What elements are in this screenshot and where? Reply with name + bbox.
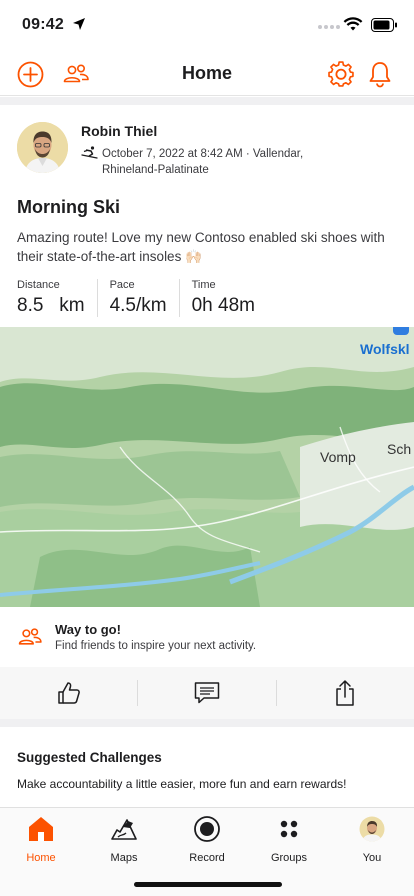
- avatar: [359, 816, 385, 842]
- prompt-title: Way to go!: [55, 622, 121, 637]
- ski-icon: [81, 146, 98, 159]
- suggested-challenges[interactable]: Suggested Challenges Make accountability…: [0, 727, 414, 807]
- status-bar: 09:42: [0, 0, 414, 50]
- map-label: Sch: [387, 441, 412, 457]
- stat-label: Time: [191, 279, 216, 291]
- tab-label: Maps: [110, 852, 138, 864]
- activity-stats: Distance 8.5 km Pace 4.5/km Time 0h 48m: [17, 279, 279, 317]
- home-indicator[interactable]: [134, 882, 282, 887]
- groups-icon: [280, 820, 298, 838]
- find-friends-prompt[interactable]: Way to go! Find friends to inspire your …: [0, 607, 414, 667]
- map-label: Wolfskl: [360, 341, 410, 357]
- thumbs-up-icon: [57, 682, 80, 704]
- section-subtitle: Make accountability a little easier, mor…: [17, 777, 347, 791]
- location-arrow-icon: [73, 18, 85, 30]
- activity-map[interactable]: Wolfskl Vomp Sch: [0, 327, 414, 607]
- tab-home[interactable]: Home: [6, 814, 76, 866]
- notifications-button[interactable]: [366, 60, 394, 88]
- tab-label: Groups: [270, 852, 308, 864]
- settings-button[interactable]: [327, 60, 355, 88]
- comment-icon: [194, 682, 220, 704]
- comment-button[interactable]: [138, 667, 275, 719]
- stat-time: Time 0h 48m: [192, 279, 267, 317]
- cellular-signal-icon: [318, 25, 340, 29]
- tab-groups[interactable]: Groups: [254, 814, 324, 866]
- section-title: Suggested Challenges: [17, 750, 162, 765]
- map-icon: [111, 819, 137, 840]
- map-label: Vomp: [320, 449, 356, 465]
- athlete-avatar[interactable]: [17, 122, 68, 173]
- tab-maps[interactable]: Maps: [89, 814, 159, 866]
- prompt-subtitle: Find friends to inspire your next activi…: [55, 640, 257, 652]
- tab-record[interactable]: Record: [172, 814, 242, 866]
- activity-description: Amazing route! Love my new Contoso enabl…: [17, 230, 385, 264]
- record-icon: [194, 816, 220, 842]
- stat-pace: Pace 4.5/km: [110, 279, 180, 317]
- stat-label: Distance: [17, 279, 60, 291]
- tab-label: Record: [189, 852, 225, 864]
- share-icon: [336, 680, 355, 706]
- wifi-icon: [343, 17, 363, 31]
- activity-actions: [0, 667, 414, 719]
- tab-label: Home: [26, 852, 56, 864]
- tab-bar: Home Maps Record Groups You: [0, 807, 414, 896]
- stat-label: Pace: [109, 279, 135, 291]
- kudos-button[interactable]: [0, 667, 137, 719]
- gear-icon: [328, 61, 354, 87]
- avatar-photo: [17, 122, 68, 173]
- activity-meta: October 7, 2022 at 8:42 AM · Vallendar, …: [102, 148, 304, 176]
- share-button[interactable]: [277, 667, 414, 719]
- battery-icon: [371, 18, 397, 32]
- stat-value: 4.5/km: [109, 295, 167, 316]
- stat-distance: Distance 8.5 km: [17, 279, 98, 317]
- home-icon: [29, 817, 53, 841]
- activity-title[interactable]: Morning Ski: [17, 197, 120, 218]
- stat-value: 8.5 km: [17, 295, 85, 316]
- bell-icon: [369, 62, 391, 88]
- status-time: 09:42: [22, 16, 64, 33]
- people-icon: [18, 628, 42, 645]
- tab-you[interactable]: You: [337, 814, 407, 866]
- nav-bar: Home: [0, 50, 414, 96]
- section-divider: [0, 97, 414, 105]
- map-terrain: [0, 327, 414, 607]
- section-divider: [0, 719, 414, 727]
- stat-value: 0h 48m: [191, 295, 255, 316]
- tab-label: You: [362, 852, 382, 864]
- athlete-name[interactable]: Robin Thiel: [81, 123, 157, 139]
